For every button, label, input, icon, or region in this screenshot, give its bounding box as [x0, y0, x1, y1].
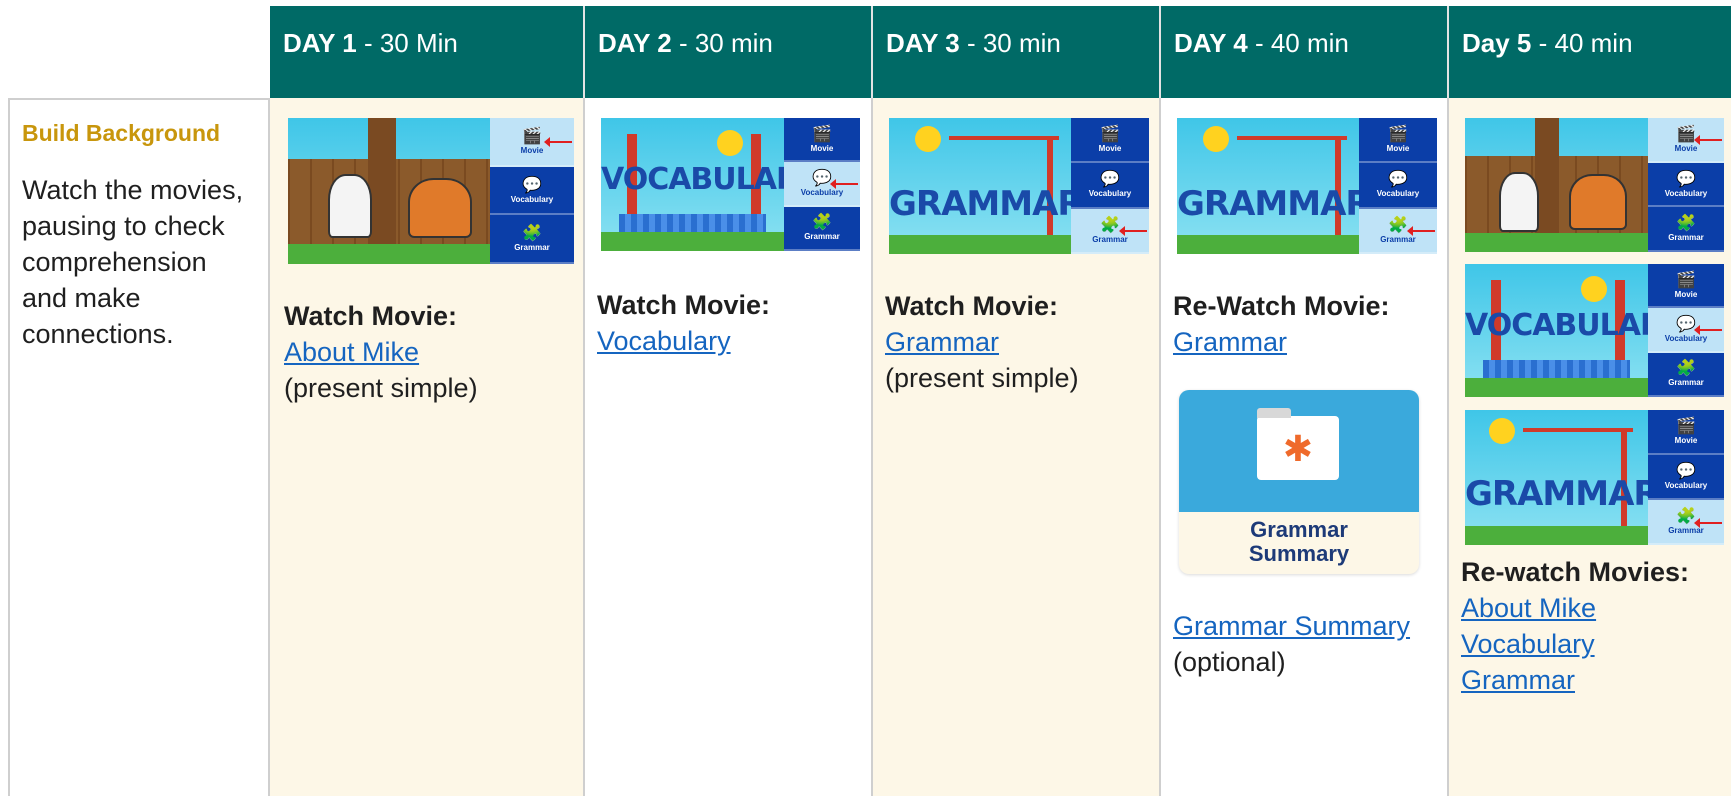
grammar-summary-card-label-1: Grammar [1250, 517, 1348, 542]
grammar-thumbnail[interactable]: GRAMMAR 🎬 Movie 💬 Vocabulary 🧩 Grammar [1465, 410, 1724, 545]
day-1-note: (present simple) [284, 373, 478, 403]
speech-bubble-icon: 💬 [1100, 171, 1120, 189]
grammar-title-art: GRAMMAR [1177, 184, 1372, 224]
grammar-summary-card-label-2: Summary [1248, 541, 1350, 566]
grammar-thumbnail[interactable]: GRAMMAR 🎬 Movie 💬 Vocabulary 🧩 Grammar [1177, 118, 1437, 254]
about-mike-link[interactable]: About Mike [1461, 590, 1726, 626]
clapperboard-icon: 🎬 [522, 127, 542, 145]
day-4-content: Re-Watch Movie: Grammar [1173, 288, 1443, 360]
puzzle-icon: 🧩 [1100, 216, 1120, 234]
nav-movie: 🎬 Movie [1359, 118, 1437, 164]
build-background-cell: Build Background Watch the movies, pausi… [8, 98, 270, 796]
day-5-title: Re-watch Movies: [1461, 557, 1690, 587]
header-day-4: DAY 4 - 40 min [1161, 6, 1449, 98]
nav-vocabulary: 💬 Vocabulary [1071, 163, 1149, 209]
nav-vocabulary: 💬 Vocabulary [1648, 455, 1724, 500]
day-3-note: (present simple) [885, 363, 1079, 393]
grammar-summary-card[interactable]: ✱ Grammar Summary [1179, 390, 1419, 574]
vocabulary-link[interactable]: Vocabulary [597, 323, 867, 359]
day-3-title: Watch Movie: [885, 291, 1059, 321]
grammar-link[interactable]: Grammar [1461, 662, 1726, 698]
nav-grammar: 🧩 Grammar [1648, 500, 1724, 545]
day-2-title: Watch Movie: [597, 290, 771, 320]
nav-grammar: 🧩 Grammar [1648, 207, 1724, 252]
day-4-title: Re-Watch Movie: [1173, 291, 1390, 321]
puzzle-icon: 🧩 [812, 214, 832, 232]
clapperboard-icon: 🎬 [1100, 126, 1120, 144]
header-day-label: DAY 4 [1174, 28, 1248, 58]
header-duration: - 40 min [1247, 28, 1349, 58]
header-day-2: DAY 2 - 30 min [585, 6, 873, 98]
speech-bubble-icon: 💬 [812, 169, 832, 187]
header-day-label: DAY 2 [598, 28, 672, 58]
nav-vocabulary: 💬 Vocabulary [784, 162, 860, 207]
day-4-summary: Grammar Summary (optional) [1173, 608, 1443, 680]
nav-vocabulary: 💬 Vocabulary [490, 167, 574, 216]
vocabulary-thumbnail[interactable]: VOCABULARY 🎬 Movie 💬 Vocabulary 🧩 Grammar [601, 118, 860, 251]
grammar-title-art: GRAMMAR [1465, 474, 1660, 514]
speech-bubble-icon: 💬 [1676, 315, 1696, 333]
nav-vocabulary: 💬 Vocabulary [1648, 308, 1724, 353]
header-day-label: DAY 3 [886, 28, 960, 58]
header-day-label: DAY 1 [283, 28, 357, 58]
day-1-title: Watch Movie: [284, 301, 458, 331]
vocabulary-thumbnail[interactable]: VOCABULARY 🎬 Movie 💬 Vocabulary 🧩 Grammar [1465, 264, 1724, 397]
day-3-content: Watch Movie: Grammar (present simple) [885, 288, 1155, 396]
nav-vocabulary: 💬 Vocabulary [1359, 163, 1437, 209]
header-day-1: DAY 1 - 30 Min [270, 6, 585, 98]
nav-grammar: 🧩 Grammar [1648, 353, 1724, 397]
about-mike-thumbnail[interactable]: 🎬 Movie 💬 Vocabulary 🧩 Grammar [288, 118, 574, 264]
vocabulary-title-art: VOCABULARY [601, 162, 818, 197]
vocabulary-title-art: VOCABULARY [1465, 308, 1682, 343]
puzzle-icon: 🧩 [522, 225, 542, 243]
grammar-thumbnail[interactable]: GRAMMAR 🎬 Movie 💬 Vocabulary 🧩 Grammar [889, 118, 1149, 254]
header-duration: - 40 min [1531, 28, 1633, 58]
header-duration: - 30 min [959, 28, 1061, 58]
grammar-summary-link[interactable]: Grammar Summary [1173, 608, 1443, 644]
header-duration: - 30 Min [356, 28, 458, 58]
clapperboard-icon: 🎬 [1676, 418, 1696, 435]
folder-icon: ✱ [1257, 408, 1339, 480]
header-day-3: DAY 3 - 30 min [873, 6, 1161, 98]
nav-vocabulary: 💬 Vocabulary [1648, 163, 1724, 208]
nav-grammar: 🧩 Grammar [1071, 208, 1149, 254]
nav-movie: 🎬 Movie [1648, 264, 1724, 309]
nav-movie: 🎬 Movie [784, 118, 860, 163]
speech-bubble-icon: 💬 [1676, 463, 1696, 480]
nav-grammar: 🧩 Grammar [490, 215, 574, 264]
clapperboard-icon: 🎬 [1676, 125, 1696, 143]
puzzle-icon: 🧩 [1676, 508, 1696, 525]
speech-bubble-icon: 💬 [1388, 171, 1408, 189]
day-5-content: Re-watch Movies: About Mike Vocabulary G… [1461, 554, 1726, 698]
clapperboard-icon: 🎬 [812, 125, 832, 143]
speech-bubble-icon: 💬 [522, 176, 542, 194]
puzzle-icon: 🧩 [1676, 360, 1696, 378]
puzzle-icon: ✱ [1282, 428, 1314, 469]
about-mike-thumbnail[interactable]: 🎬 Movie 💬 Vocabulary 🧩 Grammar [1465, 118, 1724, 252]
puzzle-icon: 🧩 [1388, 216, 1408, 234]
header-duration: - 30 min [671, 28, 773, 58]
grammar-link[interactable]: Grammar [1173, 324, 1443, 360]
speech-bubble-icon: 💬 [1676, 170, 1696, 188]
nav-grammar: 🧩 Grammar [1359, 208, 1437, 254]
day-2-content: Watch Movie: Vocabulary [597, 287, 867, 359]
nav-movie: 🎬 Movie [1071, 118, 1149, 164]
nav-movie: 🎬 Movie [490, 118, 574, 167]
nav-grammar: 🧩 Grammar [784, 207, 860, 251]
grammar-link[interactable]: Grammar [885, 324, 1155, 360]
header-day-label: Day 5 [1462, 28, 1532, 58]
vocabulary-link[interactable]: Vocabulary [1461, 626, 1726, 662]
about-mike-link[interactable]: About Mike [284, 334, 574, 370]
clapperboard-icon: 🎬 [1676, 271, 1696, 289]
header-day-5: Day 5 - 40 min [1449, 6, 1731, 98]
grammar-title-art: GRAMMAR [889, 184, 1084, 224]
build-background-description: Watch the movies, pausing to check compr… [22, 175, 244, 349]
puzzle-icon: 🧩 [1676, 215, 1696, 233]
day-1-content: Watch Movie: About Mike (present simple) [284, 298, 574, 406]
build-background-heading: Build Background [22, 120, 221, 146]
nav-movie: 🎬 Movie [1648, 410, 1724, 455]
nav-movie: 🎬 Movie [1648, 118, 1724, 163]
clapperboard-icon: 🎬 [1388, 126, 1408, 144]
day-4-summary-note: (optional) [1173, 647, 1286, 677]
